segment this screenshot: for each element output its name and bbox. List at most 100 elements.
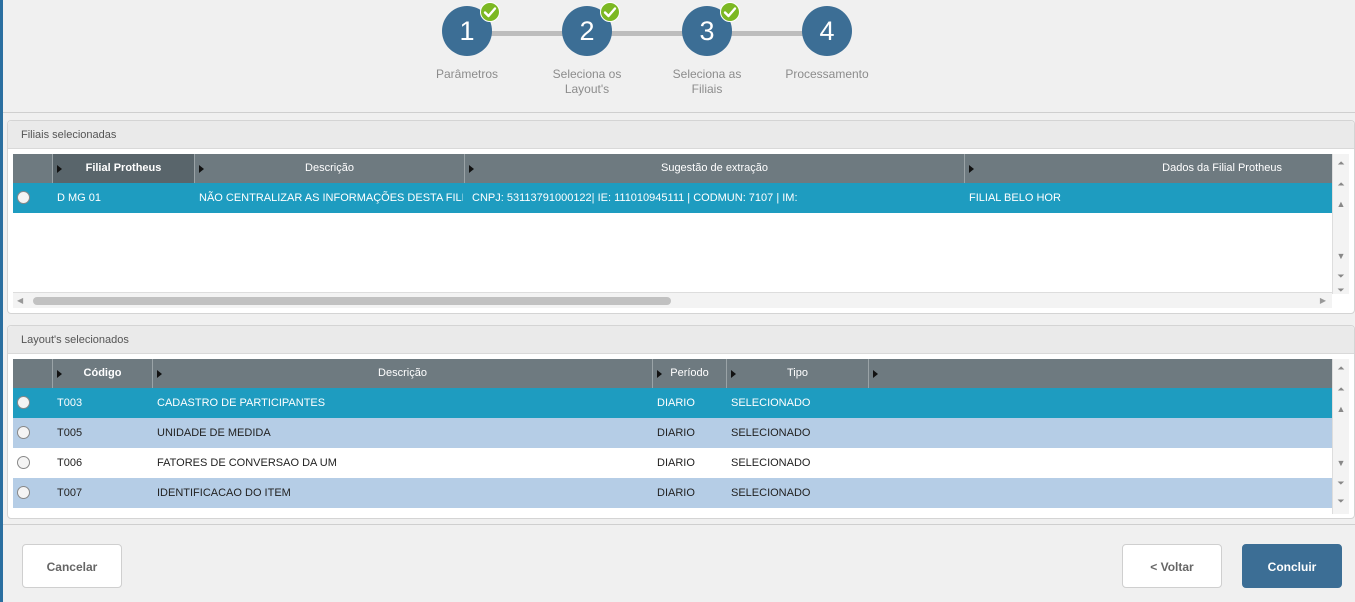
check-icon — [600, 2, 620, 22]
scroll-left-icon[interactable]: ◀ — [17, 296, 23, 305]
row-select-radio[interactable] — [17, 486, 30, 499]
divider — [3, 524, 1355, 525]
sort-arrow-icon — [469, 165, 474, 173]
scroll-page-up-icon[interactable]: ⏶ — [1336, 384, 1346, 394]
cell-descricao: FATORES DE CONVERSAO DA UM — [157, 457, 337, 469]
step-number: 3 — [699, 16, 715, 46]
column-header-filial[interactable]: Filial Protheus — [53, 154, 195, 183]
cell-tipo: SELECIONADO — [731, 487, 811, 499]
cell-codigo: T006 — [57, 457, 83, 469]
wizard-steps: 1 Parâmetros 2 Seleciona os Layout's 3 S… — [0, 0, 1355, 112]
scroll-right-icon[interactable]: ▶ — [1320, 296, 1326, 305]
step-label: Seleciona as Filiais — [672, 67, 742, 96]
column-header-codigo[interactable]: Código — [53, 359, 153, 388]
horizontal-scrollbar[interactable]: ◀ ▶ — [13, 292, 1332, 308]
column-header-descricao[interactable]: Descrição — [153, 359, 653, 388]
step-circle: 2 — [562, 2, 620, 56]
wizard-step-4[interactable]: 4 Processamento — [767, 6, 887, 82]
filiais-panel-title: Filiais selecionadas — [8, 121, 1354, 149]
layouts-grid: Código Descrição Período Tipo T003 CADAS… — [13, 359, 1349, 516]
filiais-panel: Filiais selecionadas Filial Protheus Des… — [7, 120, 1355, 314]
scroll-up-icon[interactable]: ▲ — [1336, 199, 1346, 209]
table-row[interactable]: T006 FATORES DE CONVERSAO DA UM DIARIO S… — [13, 448, 1332, 478]
vertical-scrollbar[interactable]: ⏶ ⏶ ▲ ▼ ⏷ ⏷ — [1332, 359, 1349, 514]
scroll-bottom-icon[interactable]: ⏷ — [1336, 496, 1346, 506]
cell-filial: D MG 01 — [57, 192, 102, 204]
layouts-panel: Layout's selecionados Código Descrição P… — [7, 325, 1355, 519]
cell-descricao: UNIDADE DE MEDIDA — [157, 427, 271, 439]
column-header-empty[interactable] — [869, 359, 1332, 388]
scroll-down-icon[interactable]: ▼ — [1336, 458, 1346, 468]
row-select-radio[interactable] — [17, 396, 30, 409]
select-column-header — [13, 359, 53, 388]
cell-descricao: CADASTRO DE PARTICIPANTES — [157, 397, 326, 409]
sort-arrow-icon — [199, 165, 204, 173]
check-icon — [720, 2, 740, 22]
wizard-step-3[interactable]: 3 Seleciona as Filiais — [647, 2, 767, 97]
table-row[interactable]: T007 IDENTIFICACAO DO ITEM DIARIO SELECI… — [13, 478, 1332, 508]
cell-descricao: IDENTIFICACAO DO ITEM — [157, 487, 291, 499]
filiais-grid-header: Filial Protheus Descrição Sugestão de ex… — [13, 154, 1332, 183]
column-header-descricao[interactable]: Descrição — [195, 154, 465, 183]
horizontal-scroll-thumb[interactable] — [33, 297, 671, 305]
sort-arrow-icon — [657, 370, 662, 378]
cell-periodo: DIARIO — [657, 457, 695, 469]
cell-codigo: T007 — [57, 487, 83, 499]
row-select-radio[interactable] — [17, 426, 30, 439]
step-label: Processamento — [785, 67, 869, 81]
layouts-grid-header: Código Descrição Período Tipo — [13, 359, 1332, 388]
cell-sugestao: CNPJ: 53113791000122| IE: 111010945111 |… — [472, 192, 798, 204]
table-row[interactable]: T005 UNIDADE DE MEDIDA DIARIO SELECIONAD… — [13, 418, 1332, 448]
cell-periodo: DIARIO — [657, 427, 695, 439]
column-header-tipo[interactable]: Tipo — [727, 359, 869, 388]
scroll-up-icon[interactable]: ▲ — [1336, 404, 1346, 414]
step-label: Parâmetros — [435, 67, 499, 81]
finish-button[interactable]: Concluir — [1242, 544, 1342, 588]
check-icon — [480, 2, 500, 22]
sort-arrow-icon — [731, 370, 736, 378]
cell-descricao: NÃO CENTRALIZAR AS INFORMAÇÕES DESTA FIL… — [199, 192, 463, 204]
scroll-down-icon[interactable]: ▼ — [1336, 251, 1346, 261]
column-header-sugestao[interactable]: Sugestão de extração — [465, 154, 965, 183]
cell-periodo: DIARIO — [657, 397, 695, 409]
table-row[interactable]: T003 CADASTRO DE PARTICIPANTES DIARIO SE… — [13, 388, 1332, 418]
step-circle: 1 — [442, 2, 500, 56]
back-button[interactable]: < Voltar — [1122, 544, 1222, 588]
sort-arrow-icon — [57, 370, 62, 378]
cell-periodo: DIARIO — [657, 487, 695, 499]
select-column-header — [13, 154, 53, 183]
sort-arrow-icon — [157, 370, 162, 378]
cell-tipo: SELECIONADO — [731, 397, 811, 409]
step-circle: 3 — [682, 2, 740, 56]
column-header-periodo[interactable]: Período — [653, 359, 727, 388]
layouts-panel-title: Layout's selecionados — [8, 326, 1354, 354]
sort-arrow-icon — [57, 165, 62, 173]
column-header-dados[interactable]: Dados da Filial Protheus — [965, 154, 1332, 183]
cell-codigo: T005 — [57, 427, 83, 439]
scroll-bottom-icon[interactable]: ⏷ — [1336, 285, 1346, 295]
sort-arrow-icon — [969, 165, 974, 173]
step-number: 4 — [819, 16, 835, 46]
scroll-page-down-icon[interactable]: ⏷ — [1336, 478, 1346, 488]
filiais-grid: Filial Protheus Descrição Sugestão de ex… — [13, 154, 1349, 311]
scroll-page-up-icon[interactable]: ⏶ — [1336, 179, 1346, 189]
step-number: 1 — [459, 16, 475, 46]
cell-tipo: SELECIONADO — [731, 457, 811, 469]
row-select-radio[interactable] — [17, 191, 30, 204]
step-number: 2 — [579, 16, 595, 46]
scroll-page-down-icon[interactable]: ⏷ — [1336, 271, 1346, 281]
cell-tipo: SELECIONADO — [731, 427, 811, 439]
scroll-top-icon[interactable]: ⏶ — [1336, 158, 1346, 168]
row-select-radio[interactable] — [17, 456, 30, 469]
wizard-step-2[interactable]: 2 Seleciona os Layout's — [527, 2, 647, 97]
vertical-scrollbar[interactable]: ⏶ ⏶ ▲ ▼ ⏷ ⏷ — [1332, 154, 1349, 295]
step-label: Seleciona os Layout's — [552, 67, 622, 96]
sort-arrow-icon — [873, 370, 878, 378]
cell-dados: FILIAL BELO HOR — [969, 192, 1061, 204]
step-circle: 4 — [802, 6, 852, 56]
cancel-button[interactable]: Cancelar — [22, 544, 122, 588]
wizard-step-1[interactable]: 1 Parâmetros — [407, 2, 527, 82]
table-row[interactable]: D MG 01 NÃO CENTRALIZAR AS INFORMAÇÕES D… — [13, 183, 1332, 213]
scroll-top-icon[interactable]: ⏶ — [1336, 363, 1346, 373]
cell-codigo: T003 — [57, 397, 83, 409]
